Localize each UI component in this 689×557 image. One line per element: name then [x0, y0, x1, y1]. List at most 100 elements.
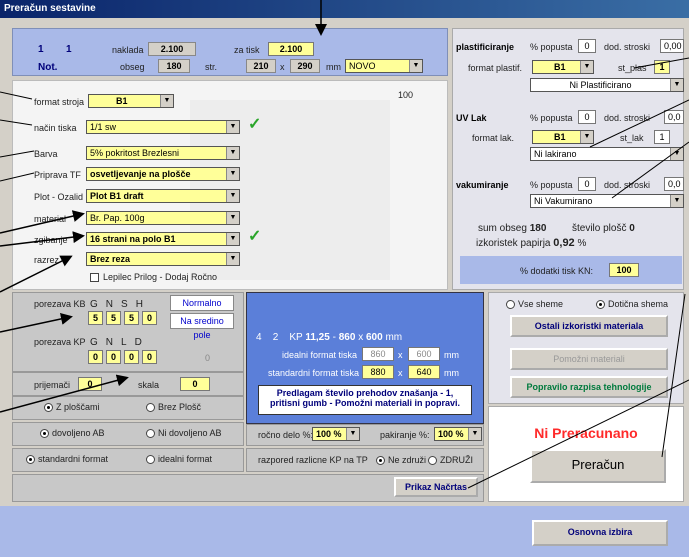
- x-sep: x: [280, 62, 285, 72]
- kp-l: L: [121, 337, 135, 348]
- pakiranje-select[interactable]: 100 % ▼: [434, 427, 482, 441]
- lak-select[interactable]: Ni lakirano ▼: [530, 147, 684, 161]
- idealni-radio[interactable]: idealni format: [146, 454, 212, 465]
- pakiranje-text: 100 %: [438, 429, 464, 439]
- lak-select-text: Ni lakirano: [534, 149, 577, 159]
- format-stroja-select[interactable]: B1 ▼: [88, 94, 174, 108]
- popust-input-1[interactable]: 0: [578, 39, 596, 53]
- dodatki-input[interactable]: 100: [609, 263, 639, 277]
- zdruzi-radio[interactable]: ZDRUŽI: [428, 455, 473, 466]
- plast-select[interactable]: Ni Plastificirano ▼: [530, 78, 684, 92]
- center-x: x: [358, 332, 364, 343]
- plot-label: Plot - Ozalid: [34, 192, 84, 202]
- standardni-w[interactable]: 880: [362, 365, 394, 379]
- window-title: Preračun sestavine: [0, 0, 689, 18]
- zatisk-input[interactable]: 2.100: [268, 42, 314, 56]
- standardni-radio[interactable]: standardni format: [26, 454, 108, 465]
- stevilo-value: 0: [629, 223, 635, 234]
- dovoljeno-text: dovoljeno AB: [52, 428, 105, 438]
- stplas-input[interactable]: 1: [654, 60, 670, 74]
- prikaz-button[interactable]: Prikaz Načrtas: [394, 477, 478, 497]
- num2: 1: [66, 44, 72, 55]
- center-kp-val: 11,25: [305, 332, 330, 343]
- popust-input-2[interactable]: 0: [578, 110, 596, 124]
- chevron-down-icon: ▼: [226, 233, 239, 245]
- dodatki-label: % dodatki tisk KN:: [520, 266, 594, 276]
- dod-input-2[interactable]: 0,0: [664, 110, 684, 124]
- plot-select[interactable]: Plot B1 draft ▼: [86, 189, 240, 203]
- pomozni-button[interactable]: Pomožni materiali: [510, 348, 668, 370]
- plot-text: Plot B1 draft: [90, 191, 144, 201]
- popust-label-3: % popusta: [530, 180, 573, 190]
- width-value: 210: [246, 59, 276, 73]
- kb-h-input[interactable]: 0: [142, 311, 157, 325]
- skala-input[interactable]: 0: [180, 377, 210, 391]
- z-ploscami-radio[interactable]: Z ploščami: [44, 402, 100, 413]
- chevron-down-icon: ▼: [226, 168, 239, 180]
- vse-sheme-radio[interactable]: Vse sheme: [506, 299, 563, 310]
- lepilec-checkbox[interactable]: Lepilec Prilog - Dodaj Ročno: [90, 272, 217, 283]
- plast-select-text: Ni Plastificirano: [569, 80, 632, 90]
- ni-dovoljeno-radio[interactable]: Ni dovoljeno AB: [146, 428, 222, 439]
- na-sredino-button[interactable]: Na sredino pole: [170, 313, 234, 340]
- kb-n-input[interactable]: 5: [106, 311, 121, 325]
- ne-zdruzi-radio[interactable]: Ne združi: [376, 455, 426, 466]
- priprava-select[interactable]: osvetljevanje na plošče ▼: [86, 167, 240, 181]
- format-lak-select[interactable]: B1 ▼: [532, 130, 594, 144]
- prijemaci-input[interactable]: 0: [78, 377, 102, 391]
- obseg-value: 180: [158, 59, 190, 73]
- radio-icon: [40, 429, 49, 439]
- kp-d: D: [134, 337, 150, 348]
- material-select[interactable]: Br. Pap. 100g ▼: [86, 211, 240, 225]
- dovoljeno-radio[interactable]: dovoljeno AB: [40, 428, 105, 439]
- status-select[interactable]: NOVO ▼: [345, 59, 423, 73]
- normalno-button[interactable]: Normalno: [170, 295, 234, 311]
- center-mm: mm: [385, 332, 403, 343]
- format-plast-select[interactable]: B1 ▼: [532, 60, 594, 74]
- z-ploscami-text: Z ploščami: [56, 402, 100, 412]
- kp-n-input[interactable]: 0: [106, 350, 121, 364]
- naklada-label: naklada: [112, 45, 144, 55]
- preracun-button[interactable]: Preračun: [530, 449, 666, 483]
- razrez-select[interactable]: Brez reza ▼: [86, 252, 240, 266]
- popravilo-button[interactable]: Popravilo razpisa tehnologije: [510, 376, 668, 398]
- kp-g: G: [90, 337, 106, 348]
- stlak-input[interactable]: 1: [654, 130, 670, 144]
- priprava-label: Priprava TF: [34, 170, 81, 180]
- kp-d-input[interactable]: 0: [142, 350, 157, 364]
- dod-input-1[interactable]: 0,00: [660, 39, 684, 53]
- zdruzi-text: ZDRUŽI: [440, 455, 473, 465]
- standardni-label: standardni format tiska: [268, 368, 360, 378]
- num100: 100: [398, 90, 414, 100]
- vak-select[interactable]: Ni Vakumirano ▼: [530, 194, 684, 208]
- barva-select[interactable]: 5% pokritost Brezlesni ▼: [86, 146, 240, 160]
- popust-label-1: % popusta: [530, 42, 573, 52]
- prijemaci-label: prijemači: [34, 380, 71, 390]
- izkoristek-value: 0,92: [553, 237, 575, 249]
- chevron-down-icon: ▼: [226, 212, 239, 224]
- center-h: 600: [365, 332, 383, 343]
- dod-input-3[interactable]: 0,0: [664, 177, 684, 191]
- kb-g-input[interactable]: 5: [88, 311, 103, 325]
- nacin-select[interactable]: 1/1 sw ▼: [86, 120, 240, 134]
- nacin-text: 1/1 sw: [90, 122, 117, 132]
- kp-letters: GNLD: [90, 337, 150, 348]
- standardni-h[interactable]: 640: [408, 365, 440, 379]
- kb-s-input[interactable]: 5: [124, 311, 139, 325]
- center-b: 2: [272, 332, 279, 343]
- ostali-button[interactable]: Ostali izkoristki materiala: [510, 315, 668, 337]
- checkmark-icon: ✓: [248, 116, 262, 133]
- zgibanje-select[interactable]: 16 strani na polo B1 ▼: [86, 232, 240, 246]
- kp-l-input[interactable]: 0: [124, 350, 139, 364]
- popust-input-3[interactable]: 0: [578, 177, 596, 191]
- osnovna-button[interactable]: Osnovna izbira: [532, 520, 668, 546]
- format-plast-label: format plastif.: [468, 63, 523, 73]
- kp-g-input[interactable]: 0: [88, 350, 103, 364]
- doticna-radio[interactable]: Dotična shema: [596, 299, 669, 310]
- barva-text: 5% pokritost Brezlesni: [90, 148, 180, 158]
- doticna-text: Dotična shema: [608, 299, 669, 309]
- format-lak-label: format lak.: [472, 133, 515, 143]
- rocno-select[interactable]: 100 % ▼: [312, 427, 360, 441]
- radio-icon: [26, 455, 35, 465]
- brez-plosc-radio[interactable]: Brez Plošč: [146, 402, 201, 413]
